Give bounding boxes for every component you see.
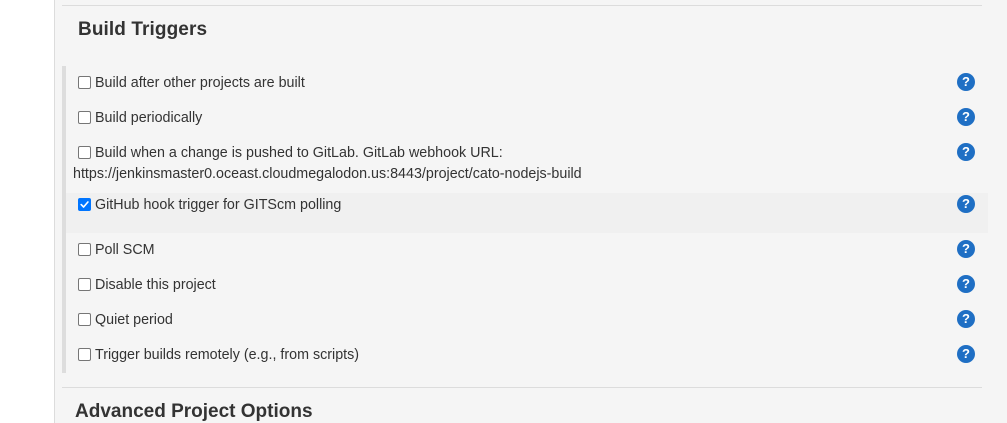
gitlab-webhook-url: https://jenkinsmaster0.oceast.cloudmegal… <box>73 166 582 182</box>
trigger-poll-scm: Poll SCM ? <box>66 240 988 260</box>
trigger-remotely-checkbox[interactable] <box>78 348 91 361</box>
trigger-builds-remotely: Trigger builds remotely (e.g., from scri… <box>66 345 988 365</box>
trigger-option-label: Poll SCM <box>95 242 155 258</box>
trigger-option-label: Build after other projects are built <box>95 75 305 91</box>
poll-scm-checkbox[interactable] <box>78 243 91 256</box>
trigger-build-after-other-projects: Build after other projects are built ? <box>66 73 988 93</box>
trigger-option-label: Build periodically <box>95 110 203 126</box>
trigger-gitlab-push: Build when a change is pushed to GitLab.… <box>66 143 988 185</box>
trigger-quiet-period: Quiet period ? <box>66 310 988 330</box>
trigger-option-label: Disable this project <box>95 277 216 293</box>
gitlab-push-checkbox[interactable] <box>78 146 91 159</box>
build-after-other-projects-checkbox[interactable] <box>78 76 91 89</box>
trigger-disable-project: Disable this project ? <box>66 275 988 295</box>
help-question-icon[interactable]: ? <box>957 275 975 293</box>
section-divider <box>62 5 982 6</box>
help-question-icon[interactable]: ? <box>957 195 975 213</box>
quiet-period-checkbox[interactable] <box>78 313 91 326</box>
trigger-github-hook: GitHub hook trigger for GITScm polling ? <box>66 193 988 233</box>
section-divider <box>62 387 982 388</box>
trigger-option-label: Quiet period <box>95 312 173 328</box>
help-question-icon[interactable]: ? <box>957 310 975 328</box>
github-hook-checkbox[interactable] <box>78 198 91 211</box>
build-triggers-title: Build Triggers <box>78 19 208 40</box>
trigger-option-label: Trigger builds remotely (e.g., from scri… <box>95 347 360 363</box>
advanced-project-options-title: Advanced Project Options <box>75 401 313 422</box>
disable-project-checkbox[interactable] <box>78 278 91 291</box>
trigger-option-label: GitHub hook trigger for GITScm polling <box>95 197 342 213</box>
check-icon <box>80 201 89 208</box>
help-question-icon[interactable]: ? <box>957 108 975 126</box>
help-question-icon[interactable]: ? <box>957 240 975 258</box>
help-question-icon[interactable]: ? <box>957 143 975 161</box>
build-periodically-checkbox[interactable] <box>78 111 91 124</box>
help-question-icon[interactable]: ? <box>957 73 975 91</box>
trigger-option-label: Build when a change is pushed to GitLab.… <box>95 145 503 161</box>
help-question-icon[interactable]: ? <box>957 345 975 363</box>
trigger-build-periodically: Build periodically ? <box>66 108 988 128</box>
